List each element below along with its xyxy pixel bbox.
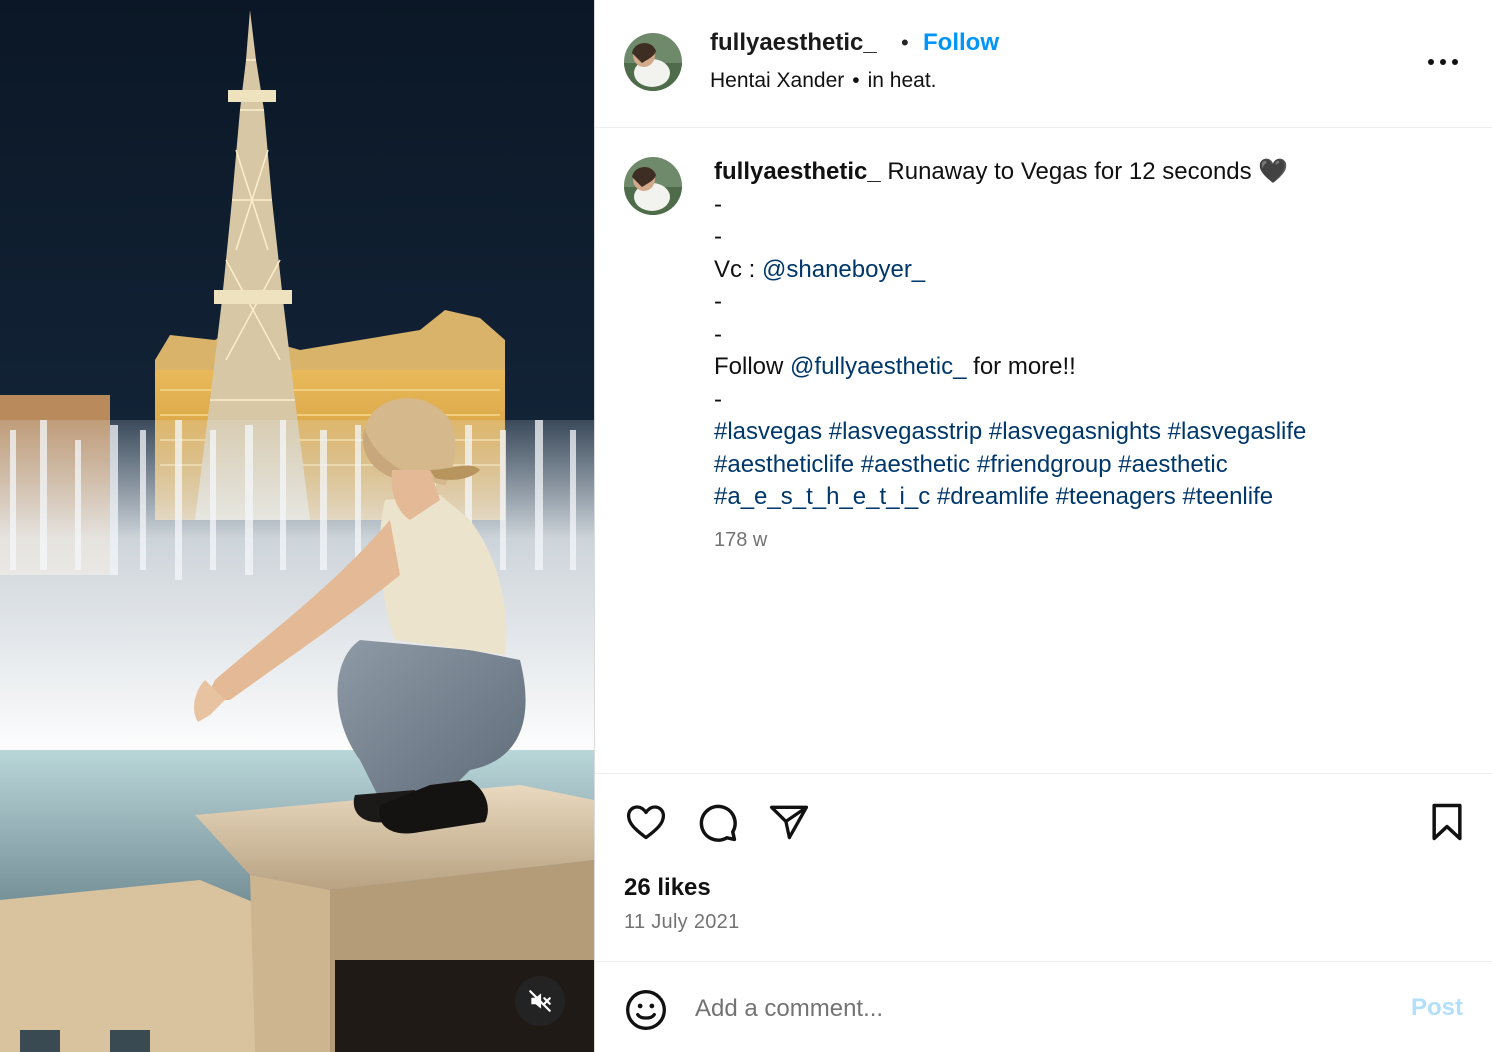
post-comment-button[interactable]: Post xyxy=(1411,994,1463,1022)
hashtag-link[interactable]: #lasvegaslife xyxy=(1168,418,1307,445)
header-separator: • xyxy=(901,30,909,55)
credit-prefix: Vc : xyxy=(714,255,763,283)
follow-button[interactable]: Follow xyxy=(923,29,999,57)
author-avatar[interactable] xyxy=(624,33,682,91)
instagram-post: fullyaesthetic_ • Follow Hentai Xander • i… xyxy=(0,0,1492,1052)
hashtag-link[interactable]: #lasvegas xyxy=(714,418,822,445)
comment-bubble-icon xyxy=(699,804,737,842)
caption-headline: Runaway to Vegas for 12 seconds 🖤 xyxy=(887,158,1289,185)
more-options-icon xyxy=(1428,59,1458,65)
hashtag-link[interactable]: #aesthetic xyxy=(1118,451,1227,478)
speaker-muted-icon xyxy=(529,990,551,1012)
heart-icon xyxy=(626,805,666,840)
mention-link[interactable]: @shaneboyer_ xyxy=(762,256,925,283)
mute-toggle-button[interactable] xyxy=(515,976,565,1026)
hashtag-link[interactable]: #teenlife xyxy=(1182,483,1273,510)
post-date: 11 July 2021 xyxy=(624,911,740,933)
smiley-emoji-icon xyxy=(626,990,666,1030)
hashtag-link[interactable]: #a_e_s_t_h_e_t_i_c xyxy=(714,483,930,510)
caption-username[interactable]: fullyaesthetic_ xyxy=(714,158,881,185)
post-video[interactable] xyxy=(0,0,594,1052)
audio-attribution[interactable]: Hentai Xander • in heat. xyxy=(710,69,937,93)
caption-dash: - xyxy=(714,223,722,250)
author-username[interactable]: fullyaesthetic_ xyxy=(710,29,877,57)
caption-text: fullyaesthetic_ Runaway to Vegas for 12 … xyxy=(714,156,1474,556)
share-button[interactable] xyxy=(767,800,811,844)
caption-dash: - xyxy=(714,385,722,413)
hashtag-link[interactable]: #friendgroup xyxy=(977,451,1112,478)
comment-composer: Post xyxy=(595,961,1492,1052)
hashtag-link[interactable]: #lasvegasstrip xyxy=(829,418,982,445)
action-bar: 26 likes 11 July 2021 xyxy=(595,773,1492,961)
bookmark-icon xyxy=(1432,803,1462,841)
caption-dash: - xyxy=(714,190,722,218)
comment-button[interactable] xyxy=(695,800,739,844)
caption-line-1: fullyaesthetic_ Runaway to Vegas for 12 … xyxy=(714,156,1474,189)
like-button[interactable] xyxy=(624,800,668,844)
hashtag-link[interactable]: #dreamlife xyxy=(937,483,1049,510)
post-details-panel: fullyaesthetic_ • Follow Hentai Xander • i… xyxy=(594,0,1492,1052)
follow-prefix: Follow xyxy=(714,353,791,380)
audio-separator: • xyxy=(852,69,860,92)
hashtag-link[interactable]: #lasvegasnights xyxy=(989,418,1161,445)
post-timestamp[interactable]: 178 w xyxy=(714,524,1474,557)
hashtag-link[interactable]: #teenagers xyxy=(1056,483,1176,510)
send-paper-plane-icon xyxy=(769,805,809,840)
hashtag-link[interactable]: #aesthetic xyxy=(861,451,970,478)
audio-artist[interactable]: Hentai Xander xyxy=(710,69,844,92)
post-header: fullyaesthetic_ • Follow Hentai Xander • i… xyxy=(595,0,1492,128)
caption-dash: - xyxy=(714,288,722,315)
hashtag-line: #a_e_s_t_h_e_t_i_c #dreamlife #teenagers… xyxy=(714,481,1474,514)
caption-follow-line: Follow @fullyaesthetic_ for more!! xyxy=(714,351,1474,384)
audio-title[interactable]: in heat. xyxy=(868,69,937,92)
hashtag-line: #aestheticlife #aesthetic #friendgroup #… xyxy=(714,449,1474,482)
comment-input[interactable] xyxy=(695,986,1375,1032)
emoji-picker-button[interactable] xyxy=(624,988,668,1032)
mention-link[interactable]: @fullyaesthetic_ xyxy=(790,353,966,380)
caption-credit-line: Vc : @shaneboyer_ xyxy=(714,254,1474,287)
hashtag-line: #lasvegas #lasvegasstrip #lasvegasnights… xyxy=(714,416,1474,449)
follow-suffix: for more!! xyxy=(966,353,1076,380)
like-count[interactable]: 26 likes xyxy=(624,874,711,902)
more-options-button[interactable] xyxy=(1423,50,1463,74)
video-frame-vegas-fountain xyxy=(0,0,594,1052)
save-button[interactable] xyxy=(1425,800,1469,844)
caption-author-avatar[interactable] xyxy=(624,157,682,215)
caption-section: fullyaesthetic_ Runaway to Vegas for 12 … xyxy=(595,128,1492,773)
hashtag-link[interactable]: #aestheticlife xyxy=(714,451,854,478)
caption-dash: - xyxy=(714,320,722,348)
